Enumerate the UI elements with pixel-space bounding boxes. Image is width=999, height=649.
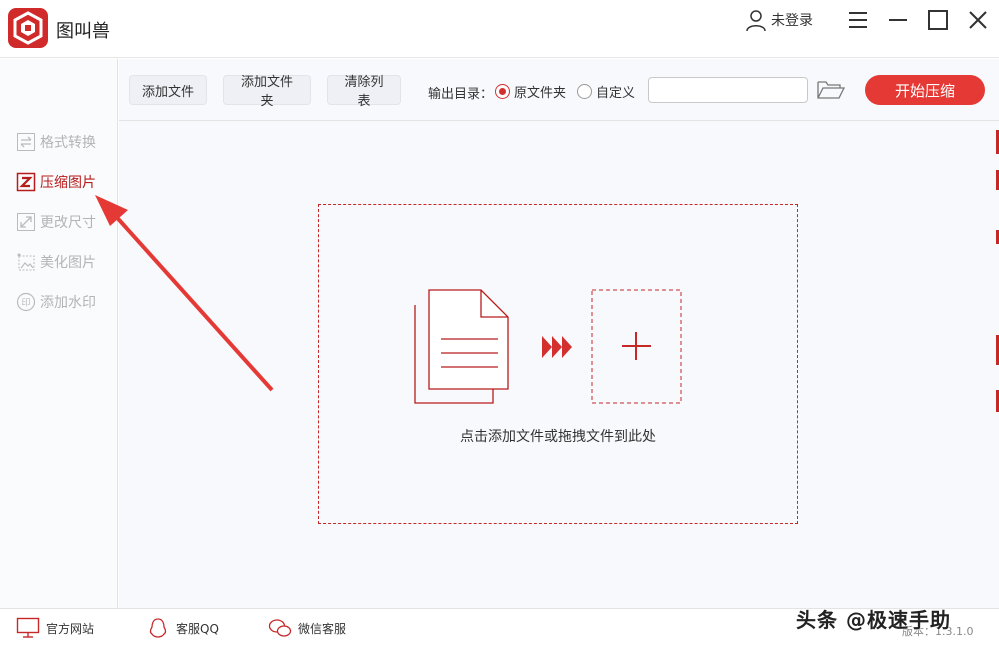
add-plus-icon	[591, 289, 682, 404]
sidebar-item-label: 添加水印	[40, 295, 96, 311]
qq-service-link[interactable]: 客服QQ	[146, 617, 219, 639]
app-logo-icon	[13, 11, 43, 45]
resize-icon	[16, 212, 36, 232]
qq-icon	[149, 618, 167, 638]
radio-indicator-unchecked	[577, 84, 592, 99]
sidebar-item-watermark[interactable]: 印 添加水印	[16, 292, 96, 312]
minimize-icon	[889, 19, 907, 21]
output-dir-label: 输出目录：	[428, 87, 494, 102]
login-button[interactable]: 未登录	[744, 8, 813, 32]
official-website-link[interactable]: 官方网站	[16, 617, 94, 639]
qq-service-label: 客服QQ	[176, 621, 219, 636]
sidebar-item-compress[interactable]: 压缩图片	[16, 172, 96, 192]
triple-arrow-icon	[542, 336, 572, 358]
svg-text:印: 印	[21, 297, 30, 309]
add-folder-button[interactable]: 添加文件夹	[223, 75, 311, 109]
folder-open-icon	[817, 81, 846, 99]
maximize-icon	[928, 10, 948, 30]
clear-list-button[interactable]: 清除列表	[327, 75, 401, 109]
close-button[interactable]	[966, 8, 990, 32]
radio-original-label: 原文件夹	[514, 86, 567, 101]
main-panel: 添加文件 添加文件夹 清除列表 输出目录： 原文件夹 自定义 开始压缩 点击添加…	[119, 59, 999, 608]
menu-icon	[849, 12, 867, 28]
output-path-input[interactable]	[648, 77, 808, 103]
website-label: 官方网站	[46, 621, 95, 636]
menu-button[interactable]	[846, 8, 870, 32]
watermark-text: 头条 @极速手助	[796, 608, 951, 632]
add-file-button[interactable]: 添加文件	[129, 75, 207, 105]
start-compress-button[interactable]: 开始压缩	[865, 75, 985, 105]
minimize-button[interactable]	[886, 8, 910, 32]
user-icon	[746, 10, 766, 32]
sidebar-item-label: 美化图片	[40, 255, 96, 271]
title-bar: 图叫兽 未登录	[0, 0, 999, 58]
radio-indicator-checked	[495, 84, 510, 99]
sidebar-item-label: 更改尺寸	[40, 215, 96, 231]
monitor-icon	[16, 617, 40, 638]
sidebar-item-label: 格式转换	[40, 135, 96, 151]
browse-folder-button[interactable]	[816, 78, 846, 102]
app-title: 图叫兽	[56, 21, 110, 42]
compress-icon	[16, 172, 36, 192]
convert-icon	[16, 132, 36, 152]
radio-original-folder[interactable]: 原文件夹	[495, 82, 566, 101]
wechat-icon	[268, 619, 292, 637]
beautify-icon	[16, 252, 36, 272]
login-label: 未登录	[771, 13, 813, 29]
toolbar: 添加文件 添加文件夹 清除列表 输出目录： 原文件夹 自定义 开始压缩	[119, 59, 999, 121]
sidebar-item-resize[interactable]: 更改尺寸	[16, 212, 96, 232]
drop-illustration	[414, 289, 682, 404]
watermark-icon: 印	[16, 292, 36, 312]
wechat-service-label: 微信客服	[298, 621, 347, 636]
sidebar: 格式转换 压缩图片 更改尺寸 美化图片 印 添加水印	[0, 59, 118, 608]
radio-custom-folder[interactable]: 自定义	[577, 82, 635, 101]
drop-hint-text: 点击添加文件或拖拽文件到此处	[460, 429, 656, 445]
maximize-button[interactable]	[926, 8, 950, 32]
radio-custom-label: 自定义	[596, 86, 636, 101]
sidebar-item-label: 压缩图片	[40, 175, 96, 191]
wechat-service-link[interactable]: 微信客服	[268, 617, 346, 639]
document-icon	[414, 289, 509, 404]
sidebar-item-beautify[interactable]: 美化图片	[16, 252, 96, 272]
sidebar-item-format-convert[interactable]: 格式转换	[16, 132, 96, 152]
file-drop-zone[interactable]: 点击添加文件或拖拽文件到此处	[318, 204, 798, 524]
app-logo	[8, 8, 48, 48]
close-icon	[969, 11, 987, 29]
